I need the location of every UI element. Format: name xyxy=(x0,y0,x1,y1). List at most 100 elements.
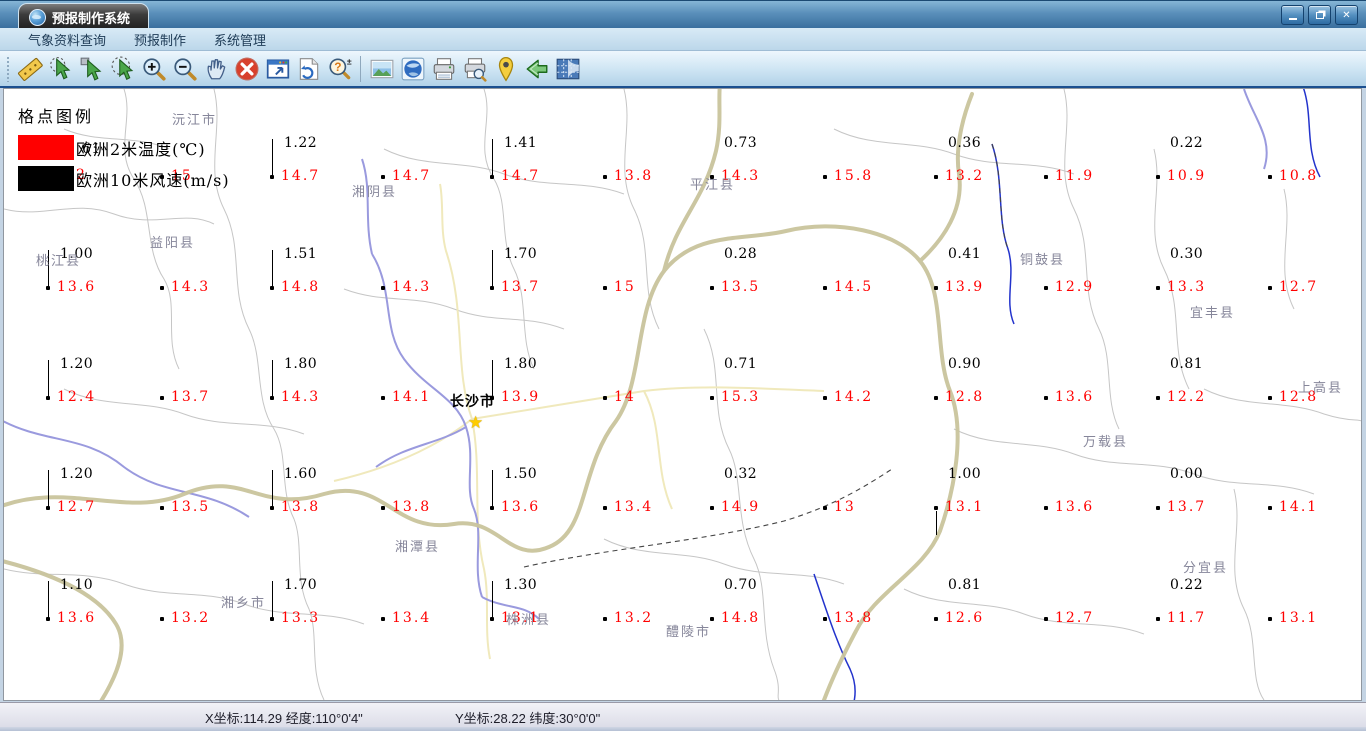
temperature-value: 13.6 xyxy=(1055,499,1095,515)
temperature-value: 13.9 xyxy=(945,279,985,295)
temperature-value: 13.3 xyxy=(1167,279,1207,295)
grid-point-dot xyxy=(1268,175,1272,179)
temperature-value: 10.8 xyxy=(1279,168,1319,184)
print-preview-button[interactable] xyxy=(459,53,490,84)
grid-point-dot xyxy=(160,506,164,510)
temperature-value: 13.8 xyxy=(392,499,432,515)
legend-item-temperature: 欧洲2米温度(℃) xyxy=(18,135,230,160)
temperature-value: 13.8 xyxy=(614,168,654,184)
clear-button[interactable] xyxy=(231,53,262,84)
grid-point-dot xyxy=(381,175,385,179)
window-bottom-edge xyxy=(0,727,1366,731)
grid-point-dot xyxy=(823,175,827,179)
temperature-value: 12.9 xyxy=(1055,279,1095,295)
menu-system-management[interactable]: 系统管理 xyxy=(200,28,280,51)
select-lasso-button[interactable] xyxy=(107,53,138,84)
temperature-value: 11.9 xyxy=(1055,168,1095,184)
grid-point-dot xyxy=(603,506,607,510)
pan-button[interactable] xyxy=(200,53,231,84)
insert-image-button[interactable] xyxy=(366,53,397,84)
temperature-value: 12.4 xyxy=(57,389,97,405)
temperature-value: 13.2 xyxy=(171,610,211,626)
grid-point-dot xyxy=(1044,396,1048,400)
map-canvas[interactable]: 15 1.22 14.7 14.7 1.41 14.7 13.8 0.73 14.3 15.8 0.… xyxy=(3,88,1362,701)
temperature-value: 14.8 xyxy=(281,279,321,295)
legend-label-windspeed: 欧洲10米风速(m/s) xyxy=(76,170,230,190)
grid-point-dot xyxy=(1268,617,1272,621)
county-label: 铜鼓县 xyxy=(1020,253,1066,268)
grid-select-button[interactable] xyxy=(552,53,583,84)
grid-point-dot xyxy=(1044,175,1048,179)
refresh-button[interactable] xyxy=(293,53,324,84)
export-window-button[interactable] xyxy=(262,53,293,84)
wind-speed-value: 1.10 xyxy=(60,577,94,593)
temperature-value: 13.7 xyxy=(171,389,211,405)
globe-icon xyxy=(401,57,424,80)
window-title-tab[interactable]: 预报制作系统 xyxy=(18,3,150,30)
select-lasso-cursor-icon xyxy=(111,56,133,80)
grid-point-dot xyxy=(603,396,607,400)
grid-point-dot xyxy=(1044,286,1048,290)
county-label: 湘阴县 xyxy=(352,185,398,200)
legend-item-windspeed: 欧洲10米风速(m/s) xyxy=(18,166,230,191)
grid-point-dot xyxy=(823,286,827,290)
temperature-value: 13.6 xyxy=(501,499,541,515)
svg-text:?: ? xyxy=(334,60,341,74)
grid-point-dot xyxy=(490,617,494,621)
grid-point-dot xyxy=(934,175,938,179)
temperature-value: 15 xyxy=(614,279,636,295)
toolbar-gripper[interactable] xyxy=(6,55,10,82)
grid-point-dot xyxy=(934,617,938,621)
grid-point-dot xyxy=(160,286,164,290)
status-x-coordinate: X坐标:114.29 经度:110°0'4" xyxy=(205,711,363,726)
maximize-button[interactable] xyxy=(1308,5,1331,25)
wind-speed-value: 1.20 xyxy=(60,466,94,482)
close-button[interactable]: ✕ xyxy=(1335,5,1358,25)
status-y-coordinate: Y坐标:28.22 纬度:30°0'0" xyxy=(455,711,601,726)
wind-speed-value: 1.41 xyxy=(504,135,538,151)
zoom-out-icon xyxy=(173,57,197,81)
wind-staff xyxy=(936,511,937,535)
zoom-out-button[interactable] xyxy=(169,53,200,84)
minimize-button[interactable] xyxy=(1281,5,1304,25)
select-feature-button[interactable] xyxy=(45,53,76,84)
grid-point-dot xyxy=(823,617,827,621)
measure-tool-button[interactable] xyxy=(14,53,45,84)
print-button[interactable] xyxy=(428,53,459,84)
temperature-value: 13.2 xyxy=(614,610,654,626)
grid-point-dot xyxy=(1044,506,1048,510)
select-box-button[interactable] xyxy=(76,53,107,84)
grid-point-dot xyxy=(1268,506,1272,510)
temperature-value: 13.6 xyxy=(1055,389,1095,405)
identify-help-button[interactable]: ? ± xyxy=(324,53,355,84)
grid-point-dot xyxy=(270,617,274,621)
temperature-value: 14.3 xyxy=(392,279,432,295)
close-icon: ✕ xyxy=(1342,9,1351,21)
city-star-marker: ★ xyxy=(468,413,484,432)
county-label: 宜丰县 xyxy=(1190,306,1236,321)
zoom-in-button[interactable] xyxy=(138,53,169,84)
grid-point-dot xyxy=(270,506,274,510)
temperature-value: 13.6 xyxy=(57,279,97,295)
wind-speed-value: 0.73 xyxy=(724,135,758,151)
temperature-value: 14.3 xyxy=(171,279,211,295)
basemap-globe-button[interactable] xyxy=(397,53,428,84)
locate-pin-button[interactable] xyxy=(490,53,521,84)
temperature-value: 13.8 xyxy=(281,499,321,515)
back-button[interactable] xyxy=(521,53,552,84)
temperature-value: 14.5 xyxy=(834,279,874,295)
menu-weather-data-query[interactable]: 气象资料查询 xyxy=(14,28,120,51)
menu-forecast-production[interactable]: 预报制作 xyxy=(120,28,200,51)
grid-point-dot xyxy=(490,175,494,179)
wind-staff xyxy=(272,470,273,506)
svg-text:±: ± xyxy=(346,56,351,66)
toolbar: ? ± xyxy=(0,51,1366,88)
grid-point-dot xyxy=(381,396,385,400)
wind-speed-value: 0.28 xyxy=(724,246,758,262)
printer-icon xyxy=(433,57,454,80)
temperature-value: 13.1 xyxy=(1279,610,1319,626)
county-label: 分宜县 xyxy=(1183,561,1229,576)
wind-speed-value: 0.22 xyxy=(1170,577,1204,593)
grid-point-dot xyxy=(1156,506,1160,510)
window-title: 预报制作系统 xyxy=(52,10,131,26)
